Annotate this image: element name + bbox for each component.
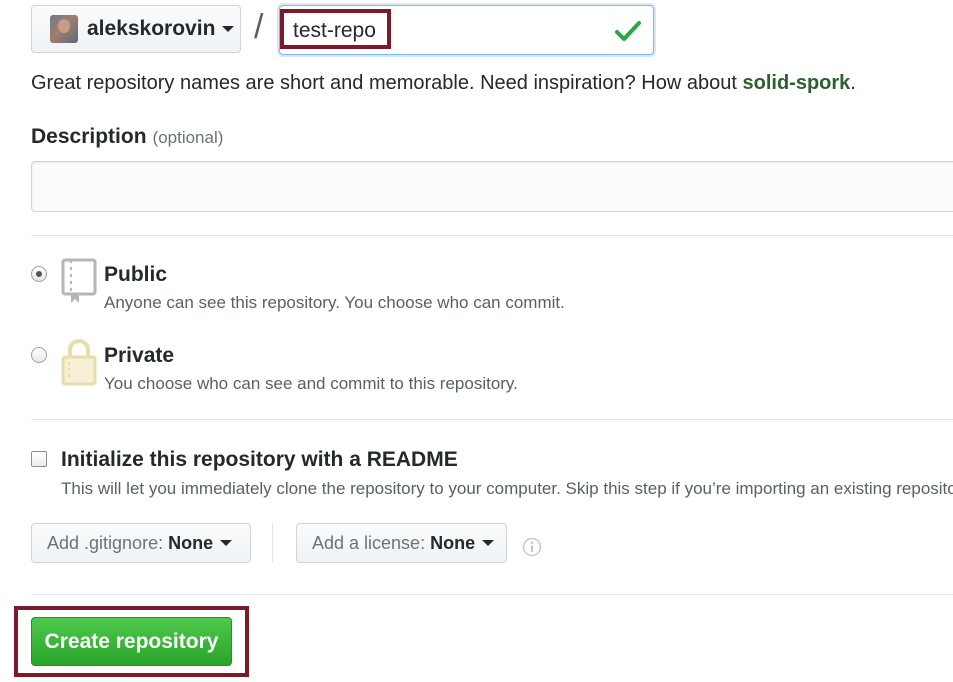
repo-name-hint: Great repository names are short and mem…: [31, 72, 856, 95]
select-separator: [272, 523, 273, 563]
license-label: Add a license:: [312, 532, 426, 553]
book-icon: [61, 258, 97, 303]
repo-separator: /: [254, 8, 264, 46]
gitignore-select[interactable]: Add .gitignore: None: [31, 523, 251, 563]
public-title: Public: [104, 263, 168, 286]
description-label-text: Description: [31, 125, 147, 148]
chevron-down-icon: [482, 540, 495, 546]
lock-icon: [61, 339, 97, 386]
private-radio[interactable]: [31, 347, 47, 363]
gitignore-label: Add .gitignore:: [47, 532, 164, 553]
divider: [31, 235, 953, 236]
divider: [31, 419, 953, 420]
public-description: Anyone can see this repository. You choo…: [104, 293, 565, 312]
description-field[interactable]: [31, 161, 953, 213]
owner-dropdown[interactable]: alekskorovin: [31, 5, 241, 53]
hint-text: Great repository names are short and mem…: [31, 72, 743, 94]
chevron-down-icon: [220, 540, 233, 546]
gitignore-value: None: [168, 532, 214, 553]
name-suggestion-link[interactable]: solid-spork: [742, 72, 850, 94]
divider: [31, 594, 953, 595]
init-readme-checkbox[interactable]: [31, 451, 47, 467]
init-readme-title: Initialize this repository with a README: [61, 448, 458, 471]
check-icon: [615, 21, 641, 41]
avatar: [50, 15, 78, 43]
public-radio[interactable]: [31, 266, 47, 282]
info-icon[interactable]: [522, 537, 542, 557]
description-input[interactable]: [32, 162, 953, 213]
license-select[interactable]: Add a license: None: [296, 523, 507, 563]
owner-name: alekskorovin: [87, 17, 216, 40]
create-repository-button[interactable]: Create repository: [31, 617, 232, 666]
init-readme-description: This will let you immediately clone the …: [61, 479, 953, 498]
optional-label: (optional): [152, 128, 224, 147]
hint-suffix: .: [850, 72, 856, 94]
private-description: You choose who can see and commit to thi…: [104, 374, 518, 393]
license-value: None: [430, 532, 476, 553]
description-label: Description (optional): [31, 125, 223, 149]
chevron-down-icon: [222, 26, 235, 32]
repo-name-field[interactable]: [279, 5, 654, 56]
repo-name-input[interactable]: [280, 6, 595, 56]
private-title: Private: [104, 344, 175, 367]
